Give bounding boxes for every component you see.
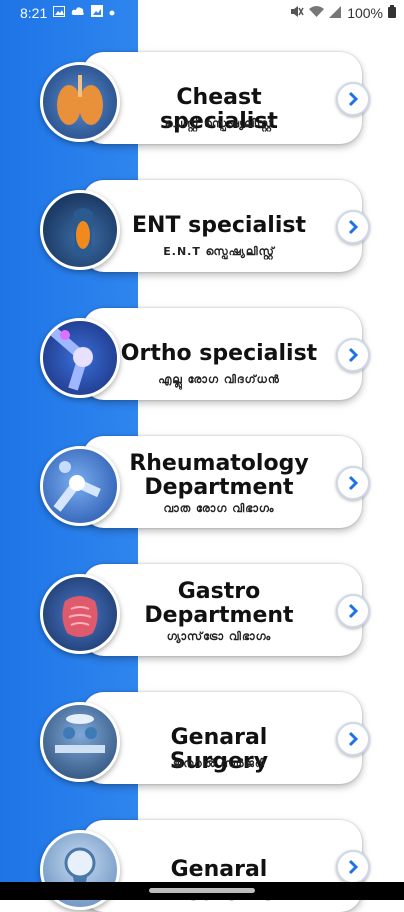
chevron-right-icon[interactable] xyxy=(336,338,370,372)
department-card-chest[interactable]: Cheast specialist ചെസ്റ്റ് സ്പെഷ്യലിസ്റ്… xyxy=(82,52,370,144)
department-subtitle: എല്ലു രോഗ വിദഗ്‌ധൻ xyxy=(158,373,280,386)
department-subtitle: വാത രോഗ വിഭാഗം xyxy=(163,502,275,515)
chevron-right-icon[interactable] xyxy=(336,594,370,628)
chevron-right-icon[interactable] xyxy=(336,722,370,756)
department-card-general-surgery[interactable]: Genaral Surgery ജനറൽ സർജറി xyxy=(82,692,370,784)
status-time: 8:21 xyxy=(20,5,48,21)
chevron-right-icon[interactable] xyxy=(336,210,370,244)
throat-icon xyxy=(40,190,120,270)
department-card-ent[interactable]: ENT specialist E.N.T സ്പെഷ്യലിസ്റ്റ് xyxy=(82,180,370,272)
department-card-ortho[interactable]: Ortho specialist എല്ലു രോഗ വിദഗ്‌ധൻ xyxy=(82,308,370,400)
department-title: Ortho specialist xyxy=(120,341,318,366)
system-navigation-bar xyxy=(0,882,404,900)
home-gesture-handle[interactable] xyxy=(149,888,255,893)
chevron-right-icon[interactable] xyxy=(336,850,370,884)
battery-percent: 100% xyxy=(347,5,383,21)
surgery-icon xyxy=(40,702,120,782)
wifi-icon xyxy=(309,5,325,21)
department-title: ENT specialist xyxy=(132,213,306,238)
intestine-icon xyxy=(40,574,120,654)
knee-icon xyxy=(40,318,120,398)
department-card-rheumatology[interactable]: Rheumatology Department വാത രോഗ വിഭാഗം xyxy=(82,436,370,528)
status-bar: 8:21 100% xyxy=(0,0,404,27)
department-title: Rheumatology Department xyxy=(129,451,309,500)
status-left: 8:21 xyxy=(20,5,115,21)
image-icon xyxy=(53,5,66,21)
battery-icon xyxy=(388,5,396,21)
department-subtitle: ഗ്യാസ്‌ട്രോ വിഭാഗം xyxy=(166,630,272,643)
dot-icon xyxy=(109,6,115,20)
joints-icon xyxy=(40,446,120,526)
cloud-icon xyxy=(71,6,85,20)
lungs-icon xyxy=(40,62,120,142)
department-subtitle: E.N.T സ്പെഷ്യലിസ്റ്റ് xyxy=(163,245,275,258)
department-title: Gastro Department xyxy=(144,579,294,628)
department-card-gastro[interactable]: Gastro Department ഗ്യാസ്‌ട്രോ വിഭാഗം xyxy=(82,564,370,656)
mute-icon xyxy=(290,5,304,21)
department-subtitle: ജനറൽ സർജറി xyxy=(172,757,266,770)
signal-icon xyxy=(329,5,342,21)
status-right: 100% xyxy=(290,5,396,21)
department-subtitle: ചെസ്റ്റ് സ്പെഷ്യലിസ്റ്റ് xyxy=(164,117,274,130)
photo-icon xyxy=(91,5,104,21)
chevron-right-icon[interactable] xyxy=(336,82,370,116)
chevron-right-icon[interactable] xyxy=(336,466,370,500)
